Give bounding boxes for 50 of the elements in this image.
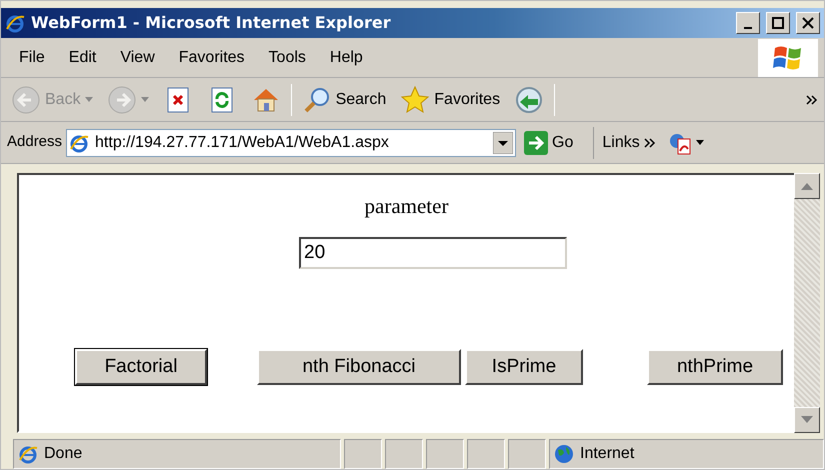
links-button[interactable]: Links [598,130,660,154]
page-icon [18,444,38,464]
scrollbar[interactable] [794,173,820,433]
parameter-label: parameter [364,193,450,220]
status-pane [344,439,382,469]
form-button[interactable]: Factorial [75,349,207,385]
status-pane [508,439,546,469]
back-icon [11,84,41,114]
address-label: Address [7,132,62,152]
media-icon [514,84,544,114]
window-title: WebForm1 - Microsoft Internet Explorer [31,12,392,34]
form-button[interactable]: IsPrime [465,349,583,385]
maximize-icon [772,17,784,29]
dropdown-arrow-icon [84,97,93,102]
globe-icon [554,444,574,464]
maximize-button[interactable] [766,12,790,34]
address-field[interactable]: http://194.27.77.171/WebA1/WebA1.aspx [66,128,516,156]
menu-item[interactable]: File [7,46,57,70]
favorites-icon [400,84,430,114]
ie-logo-icon [5,13,25,33]
zone-text: Internet [580,444,634,464]
chevron-icon[interactable] [806,94,818,104]
form-button[interactable]: nthPrime [647,349,783,385]
go-button[interactable]: Go [520,130,578,154]
minimize-button[interactable] [736,12,760,34]
status-pane [426,439,464,469]
menu-item[interactable]: View [108,46,167,70]
page-icon [69,132,90,152]
status-pane [385,439,423,469]
down-arrow-icon [801,416,813,424]
dropdown-arrow-icon [140,97,149,102]
menu-item[interactable]: Help [318,46,375,70]
dropdown-arrow-icon[interactable] [493,132,514,154]
menu-item[interactable]: Tools [256,46,318,70]
close-button[interactable] [796,12,820,34]
search-button[interactable]: Search [298,84,390,114]
close-icon [802,17,814,29]
menu-item[interactable]: Favorites [166,46,257,70]
parameter-field[interactable]: 20 [299,237,567,269]
up-arrow-icon [801,182,813,190]
minimize-icon [744,27,752,29]
favorites-button[interactable]: Favorites [396,84,504,114]
form-button[interactable]: nth Fibonacci [257,349,461,385]
windows-flag-icon [773,44,803,72]
dropdown-arrow-icon [696,140,704,145]
status-pane [467,439,505,469]
menu-item[interactable]: Edit [56,46,108,70]
forward-icon [106,84,137,114]
status-text: Done [44,444,82,464]
chevron-icon [644,138,656,148]
